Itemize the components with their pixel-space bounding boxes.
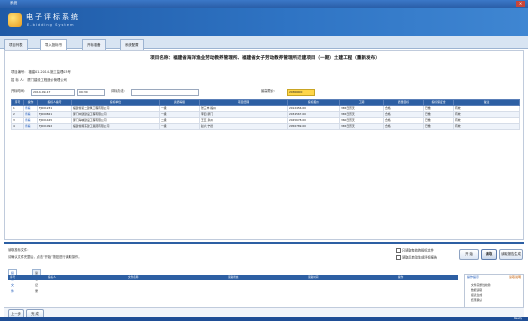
table-cell: 福建省闽东建工集团有限公司 <box>71 123 160 130</box>
project-title: 项目名称：福建省海洋渔业劳动教养管理所、福建省女子劳动教养管理所迁建项目（一期）… <box>150 56 380 61</box>
brand-title: 电子评标系统 <box>26 13 80 21</box>
window-titlebar: 系统 × <box>0 0 528 8</box>
read-note-title: 读取投标文件： <box>8 248 31 252</box>
agency-label: 招 标 人： <box>11 78 27 82</box>
project-no-label: 项目编号： <box>11 70 28 74</box>
table-cell: 365日历天 <box>339 123 384 130</box>
amount-label: 最高限价： <box>261 89 277 93</box>
bid-table: 序号 操作 投标人编号 投标单位 资质等级 项目经理 投标报价 工期 质量目标 … <box>11 99 520 130</box>
read-button[interactable]: 读取 <box>481 249 497 260</box>
filter-row: 开标时间： 2014-09-17 09:30 评标办法： 最高限价： 20800… <box>11 89 521 96</box>
col-header[interactable]: 读取状态 <box>228 275 238 280</box>
table-cell: 4 <box>11 123 24 130</box>
date-label: 开标时间： <box>11 89 27 93</box>
help-title-secondary: 读取说明 <box>508 275 521 279</box>
status-bar: Ready <box>0 317 528 321</box>
close-button[interactable]: × <box>516 1 525 7</box>
view-link[interactable]: 查看 <box>23 123 38 130</box>
tab-opening-prep[interactable]: 开标准备 <box>82 39 106 50</box>
type-select[interactable] <box>131 89 199 96</box>
status-text: Ready <box>513 317 522 320</box>
auto-report-label: 读取后自动生成评标报告 <box>402 255 438 260</box>
table-cell: 赵六 宁德 <box>199 123 288 130</box>
table-cell: 合格 <box>383 123 424 130</box>
start-button[interactable]: 开 始 <box>459 249 479 260</box>
table-cell: FJ001092 <box>37 123 72 130</box>
auto-report-checkbox[interactable]: 读取后自动生成评标报告 <box>396 255 437 261</box>
checkbox-icon <box>396 248 401 253</box>
help-item: 数据读取 <box>471 288 483 292</box>
main-tabbar: 项目列表 导入投标书 开标准备 系统配置 <box>0 36 528 50</box>
project-no-line: 项目编号： 福建01-2014-施工监理03号 <box>11 70 71 74</box>
checkbox-icon <box>396 255 401 260</box>
help-item: 结果确认 <box>471 298 483 302</box>
app-banner: 电子评标系统 E-bidding System <box>0 8 528 36</box>
date-input[interactable]: 2014-09-17 <box>31 89 75 96</box>
bottom-toolbar: 上一步 完 成 <box>4 307 524 319</box>
help-title: 操作提示 <box>467 275 480 279</box>
col-header[interactable]: 操作 <box>398 275 403 280</box>
project-no-value: 福建01-2014-施工监理03号 <box>28 70 71 74</box>
tab-import-bids[interactable]: 导入投标书 <box>40 39 67 50</box>
read-panel: 读取投标文件： 请确认文件完整后，点击“开始”按钮进行读取操作。 只读取有效的投… <box>4 242 524 308</box>
table-cell: 有效 <box>453 123 520 130</box>
help-panel: 操作提示 读取说明 文件完整性校验 数据读取 报表生成 结果确认 <box>464 274 524 308</box>
window-title: 系统 <box>10 1 18 5</box>
amount-input[interactable]: 2080000 <box>287 89 315 96</box>
col-header[interactable]: 序号 <box>10 275 15 280</box>
tab-project-list[interactable]: 项目列表 <box>4 39 28 50</box>
help-item: 文件完整性校验 <box>471 283 491 287</box>
only-valid-label: 只读取有效的投标文件 <box>402 248 434 253</box>
main-panel: 项目名称：福建省海洋渔业劳动教养管理所、福建省女子劳动教养管理所迁建项目（一期）… <box>4 50 524 240</box>
brand-subtitle: E-bidding System <box>27 23 75 27</box>
table-cell: 一级 <box>159 123 200 130</box>
col-header[interactable]: 读取时间 <box>308 275 318 280</box>
table-row[interactable]: 4 查看 FJ001092 福建省闽东建工集团有限公司 一级 赵六 宁德 205… <box>11 123 520 130</box>
app-logo <box>8 13 22 27</box>
col-header[interactable]: 投标人 <box>48 275 56 280</box>
agency-value: 厦门建设工程造价管理公司 <box>27 78 67 82</box>
generate-report-button[interactable]: 读取报告生成 <box>499 249 523 260</box>
read-note-text: 请确认文件完整后，点击“开始”按钮进行读取操作。 <box>8 255 82 259</box>
table-cell: 已缴 <box>423 123 454 130</box>
only-valid-checkbox[interactable]: 只读取有效的投标文件 <box>396 248 434 254</box>
col-header[interactable]: 文件名称 <box>128 275 138 280</box>
time-input[interactable]: 09:30 <box>77 89 105 96</box>
help-item: 报表生成 <box>471 293 483 297</box>
table-cell: 2056789.00 <box>287 123 340 130</box>
read-grid-header: 序号 投标人 文件名称 读取状态 读取时间 操作 <box>8 275 458 280</box>
type-label: 评标办法： <box>111 89 127 93</box>
tab-system-config[interactable]: 系统配置 <box>120 39 144 50</box>
agency-line: 招 标 人： 厦门建设工程造价管理公司 <box>11 78 67 82</box>
